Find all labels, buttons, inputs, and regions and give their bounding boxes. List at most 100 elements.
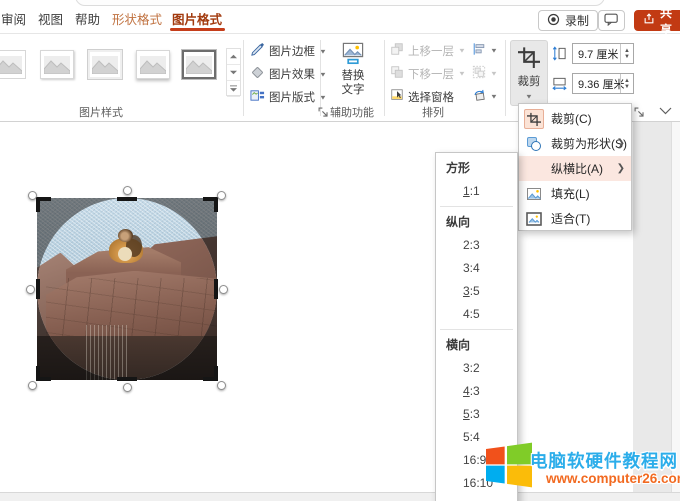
gallery-scroll-up-button[interactable]: [227, 49, 240, 65]
resize-handle-bottom-left[interactable]: [28, 381, 37, 390]
active-tab-underline: [170, 28, 225, 31]
aspect-ratio-4-3[interactable]: 4:3: [436, 380, 517, 403]
resize-handle-left[interactable]: [26, 285, 35, 294]
submenu-header-landscape: 横向: [446, 338, 471, 352]
selected-picture[interactable]: [26, 186, 228, 392]
shape-height-value: 9.7 厘米: [578, 48, 619, 61]
send-backward-button[interactable]: 下移一层 ▼: [390, 65, 466, 82]
crop-to-shape-icon: [524, 134, 544, 154]
alt-text-button[interactable]: 替换文字: [328, 41, 378, 98]
aspect-ratio-3-5[interactable]: 3:5: [436, 280, 517, 303]
width-spinner[interactable]: ▲ ▼: [620, 74, 633, 93]
dialog-launcher-icon[interactable]: [634, 105, 646, 117]
submenu-arrow-icon: ❯: [616, 163, 625, 174]
resize-handle-top-left[interactable]: [28, 191, 37, 200]
crop-handle-top-right[interactable]: [203, 197, 218, 212]
menu-item-crop[interactable]: 裁剪(C): [519, 106, 631, 131]
resize-handle-right[interactable]: [219, 285, 228, 294]
group-objects-icon: [472, 65, 486, 82]
bring-forward-button[interactable]: 上移一层 ▼: [390, 42, 466, 59]
picture-style-thumbnail-2[interactable]: [40, 50, 74, 79]
shape-height-icon: [552, 46, 567, 66]
tab-shape-format[interactable]: 形状格式: [112, 9, 162, 28]
height-spinner[interactable]: ▲ ▼: [620, 44, 633, 63]
record-button[interactable]: 录制: [538, 10, 599, 31]
chevron-down-icon: ▼: [458, 69, 466, 78]
send-backward-label: 下移一层: [408, 68, 454, 81]
shape-width-field[interactable]: 9.36 厘米 ▲ ▼: [572, 73, 634, 94]
resize-handle-bottom[interactable]: [123, 383, 132, 392]
aspect-ratio-5-3[interactable]: 5:3: [436, 403, 517, 426]
fit-icon: [524, 209, 544, 229]
picture-effects-button[interactable]: 图片效果 ▼: [250, 65, 327, 83]
menu-item-crop-to-shape[interactable]: 裁剪为形状(S) ❯: [519, 131, 631, 156]
picture-style-thumbnail-3[interactable]: [87, 49, 123, 80]
tab-picture-format[interactable]: 图片格式: [172, 9, 222, 28]
aspect-ratio-16-9[interactable]: 16:9: [436, 449, 517, 472]
crop-handle-bottom-left[interactable]: [36, 366, 51, 381]
ribbon-tab-bar: 审阅 视图 帮助 形状格式 图片格式 录制 共享: [0, 0, 680, 37]
shape-height-field[interactable]: 9.7 厘米 ▲ ▼: [572, 43, 634, 64]
tab-view[interactable]: 视图: [38, 9, 63, 28]
crop-button[interactable]: 裁剪 ▼: [510, 40, 548, 106]
tab-help[interactable]: 帮助: [75, 9, 100, 28]
picture-border-label: 图片边框: [269, 46, 315, 58]
picture-style-thumbnail-4[interactable]: [136, 50, 170, 79]
share-button[interactable]: 共享: [634, 6, 680, 37]
crop-handle-left[interactable]: [36, 279, 40, 299]
menu-item-fit[interactable]: 适合(T): [519, 206, 631, 231]
resize-handle-top[interactable]: [123, 186, 132, 195]
aspect-ratio-16-10[interactable]: 16:10: [436, 472, 517, 495]
comments-button[interactable]: [598, 10, 625, 31]
alt-text-label: 替换文字: [341, 70, 365, 96]
aspect-ratio-5-4[interactable]: 5:4: [436, 426, 517, 449]
align-button[interactable]: ▼: [472, 42, 498, 59]
arrange-group-label: 排列: [422, 107, 444, 119]
vertical-scrollbar[interactable]: [671, 122, 680, 501]
picture-border-button[interactable]: 图片边框 ▼: [250, 42, 327, 60]
group-button[interactable]: ▼: [472, 65, 498, 82]
picture-layout-button[interactable]: 图片版式 ▼: [250, 88, 327, 106]
submenu-separator: [440, 206, 513, 207]
menu-item-aspect-ratio-label: 纵横比(A): [551, 162, 603, 176]
gallery-scroll-down-button[interactable]: [227, 65, 240, 81]
aspect-ratio-submenu: 方形 1:1 纵向 2:3 3:4 3:5 4:5 横向 3:2 4:3 5:3…: [435, 152, 518, 501]
gallery-more-button[interactable]: [227, 81, 240, 97]
menu-item-aspect-ratio[interactable]: 纵横比(A) ❯: [519, 156, 631, 181]
tab-review[interactable]: 审阅: [1, 9, 26, 28]
monkey-photo: [37, 198, 217, 380]
selection-pane-label: 选择窗格: [408, 91, 454, 104]
aspect-ratio-2-3[interactable]: 2:3: [436, 234, 517, 257]
alt-text-icon: [341, 41, 365, 68]
aspect-ratio-1-1[interactable]: 1:1: [436, 180, 517, 203]
selection-pane-button[interactable]: 选择窗格: [390, 88, 454, 105]
crop-handle-top-left[interactable]: [36, 197, 51, 212]
picture-style-thumbnail-5-selected[interactable]: [181, 49, 217, 80]
align-icon: [472, 42, 486, 59]
picture-style-thumbnail-1[interactable]: [0, 50, 26, 79]
crop-handle-bottom[interactable]: [117, 377, 137, 381]
chevron-down-icon: ▼: [490, 69, 498, 78]
crop-label: 裁剪: [517, 76, 541, 88]
fill-icon: [524, 184, 544, 204]
aspect-ratio-4-5[interactable]: 4:5: [436, 303, 517, 326]
chevron-down-icon: ▼: [458, 46, 466, 55]
menu-item-fill[interactable]: 填充(L): [519, 181, 631, 206]
picture-crop-ellipse: [37, 198, 217, 380]
accessibility-group-label: 辅助功能: [330, 107, 374, 119]
collapse-ribbon-icon[interactable]: [659, 102, 672, 120]
submenu-header-square: 方形: [446, 161, 471, 175]
resize-handle-top-right[interactable]: [217, 191, 226, 200]
group-separator: [243, 40, 244, 116]
crop-handle-bottom-right[interactable]: [203, 366, 218, 381]
crop-handle-right[interactable]: [214, 279, 218, 299]
rotate-button[interactable]: ▼: [472, 88, 498, 105]
effects-icon: [250, 65, 265, 83]
aspect-ratio-3-2[interactable]: 3:2: [436, 357, 517, 380]
record-icon: [547, 13, 560, 29]
menu-item-crop-label: 裁剪(C): [551, 112, 592, 126]
aspect-ratio-3-4[interactable]: 3:4: [436, 257, 517, 280]
crop-handle-top[interactable]: [117, 197, 137, 201]
comment-icon: [604, 13, 619, 29]
resize-handle-bottom-right[interactable]: [217, 381, 226, 390]
